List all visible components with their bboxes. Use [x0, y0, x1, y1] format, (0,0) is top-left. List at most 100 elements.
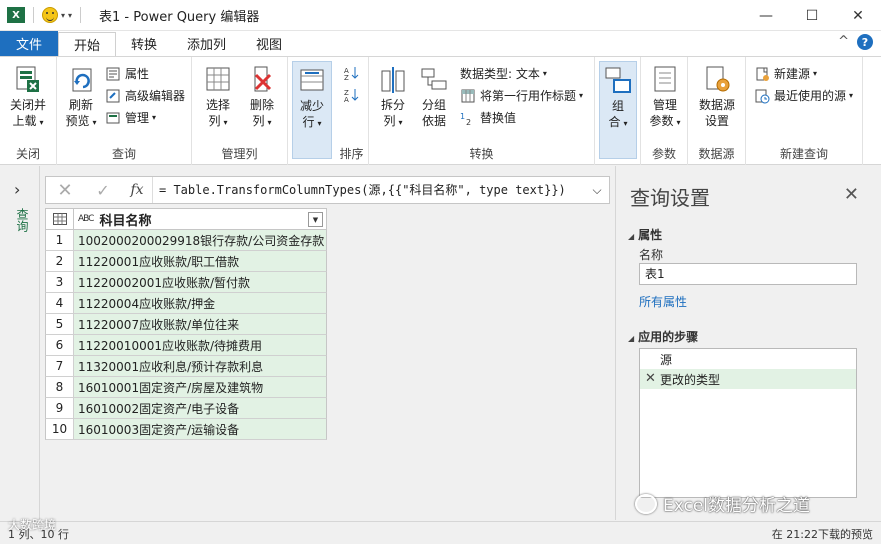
formula-input[interactable]: = Table.TransformColumnTypes(源,{{"科目名称",…: [152, 177, 585, 203]
group-by-button[interactable]: 分组 依据: [415, 63, 453, 129]
commit-formula-icon[interactable]: ✓: [84, 181, 122, 200]
collapse-ribbon-icon[interactable]: ^: [838, 34, 849, 50]
use-first-row-as-headers-button[interactable]: 将第一行用作标题 ▾: [460, 87, 583, 104]
close-window-button[interactable]: ✕: [835, 0, 881, 31]
tab-view[interactable]: 视图: [241, 31, 297, 56]
recent-sources-button[interactable]: 最近使用的源 ▾: [754, 87, 853, 104]
data-source-settings-button[interactable]: 数据源 设置: [694, 63, 740, 129]
sort-ascending-button[interactable]: AZ: [343, 65, 363, 81]
table-row[interactable]: 2 11220001应收账款/职工借款: [45, 251, 327, 272]
maximize-button[interactable]: ☐: [789, 0, 835, 31]
sort-descending-button[interactable]: ZA: [343, 87, 363, 103]
table-row[interactable]: 6 11220010001应收账款/待摊费用: [45, 335, 327, 356]
ribbon: 关闭并 上载 ▾ 关闭 刷新 预览 ▾ 属性 高级编辑器 管理 ▾ 查询 选择 列 ▾: [0, 56, 881, 165]
cell-subject-name[interactable]: 16010001固定资产/房屋及建筑物: [74, 377, 326, 397]
help-icon[interactable]: ?: [857, 34, 873, 50]
row-index[interactable]: 3: [46, 272, 74, 292]
table-row[interactable]: 5 11220007应收账款/单位往来: [45, 314, 327, 335]
chevron-right-icon[interactable]: ›: [14, 180, 20, 199]
cell-subject-name[interactable]: 11220007应收账款/单位往来: [74, 314, 326, 334]
group-label-new-query: 新建查询: [779, 147, 828, 161]
cell-subject-name[interactable]: 11220001应收账款/职工借款: [74, 251, 326, 271]
cell-subject-name[interactable]: 11220004应收账款/押金: [74, 293, 326, 313]
remove-columns-icon: [254, 66, 272, 92]
cell-subject-name[interactable]: 16010003固定资产/运输设备: [74, 419, 326, 439]
expand-formula-chevron-icon[interactable]: ⌵: [585, 183, 609, 198]
row-index[interactable]: 1: [46, 230, 74, 250]
query-name-input[interactable]: 表1: [639, 263, 857, 285]
cell-subject-name[interactable]: 16010002固定资产/电子设备: [74, 398, 326, 418]
manage-parameters-button[interactable]: 管理 参数 ▾: [644, 63, 686, 131]
formula-bar: ✕ ✓ fx = Table.TransformColumnTypes(源,{{…: [45, 176, 610, 204]
cancel-formula-icon[interactable]: ✕: [46, 180, 84, 201]
group-new-query: 新建源 ▾ 最近使用的源 ▾ 新建查询: [746, 57, 863, 165]
chevron-down-icon[interactable]: ▾: [61, 11, 65, 20]
split-label-2: 列 ▾: [383, 114, 403, 128]
close-and-load-button[interactable]: 关闭并 上载 ▾: [6, 63, 50, 131]
all-properties-link[interactable]: 所有属性: [639, 293, 687, 310]
properties-section-header[interactable]: ◢ 属性: [628, 226, 662, 243]
table-row[interactable]: 4 11220004应收账款/押金: [45, 293, 327, 314]
window-title: 表1 - Power Query 编辑器: [99, 9, 260, 25]
row-index[interactable]: 2: [46, 251, 74, 271]
reduce-rows-button[interactable]: 减少 行 ▾: [292, 61, 332, 159]
applied-step-changed-type[interactable]: ✕ 更改的类型: [640, 369, 856, 389]
manage-button[interactable]: 管理 ▾: [105, 109, 156, 126]
properties-icon: [106, 67, 120, 80]
smiley-feedback-icon[interactable]: [42, 7, 58, 23]
table-row[interactable]: 9 16010002固定资产/电子设备: [45, 398, 327, 419]
customize-quick-access-icon[interactable]: ▾: [68, 11, 72, 20]
minimize-button[interactable]: —: [743, 0, 789, 31]
quick-access-separator: [33, 7, 34, 23]
cell-subject-name[interactable]: 11220002001应收账款/暂付款: [74, 272, 326, 292]
applied-steps-section-header[interactable]: ◢ 应用的步骤: [628, 328, 698, 345]
data-type-dropdown[interactable]: 数据类型: 文本 ▾: [460, 65, 547, 82]
applied-step-source[interactable]: 源: [640, 349, 856, 369]
reduce-label-1: 减少: [299, 99, 324, 113]
grid-body: 1 1002000200029918银行存款/公司资金存款 2 11220001应收账…: [45, 230, 327, 440]
cell-subject-name[interactable]: 11220010001应收账款/待摊费用: [74, 335, 326, 355]
close-load-label-2: 上载 ▾: [12, 114, 44, 128]
split-column-button[interactable]: 拆分 列 ▾: [374, 63, 412, 131]
table-row[interactable]: 10 16010003固定资产/运输设备: [45, 419, 327, 440]
row-index[interactable]: 8: [46, 377, 74, 397]
text-type-icon[interactable]: ABC: [78, 214, 95, 224]
row-index[interactable]: 6: [46, 335, 74, 355]
new-source-button[interactable]: 新建源 ▾: [754, 65, 817, 82]
delete-step-icon[interactable]: ✕: [645, 371, 656, 386]
row-index[interactable]: 4: [46, 293, 74, 313]
close-settings-icon[interactable]: ✕: [844, 184, 859, 205]
column-filter-icon[interactable]: ▼: [308, 212, 323, 227]
tab-home[interactable]: 开始: [58, 32, 117, 56]
svg-text:1: 1: [460, 112, 465, 121]
refresh-preview-button[interactable]: 刷新 预览 ▾: [61, 63, 101, 131]
remove-columns-button[interactable]: 删除 列 ▾: [242, 63, 282, 131]
advanced-editor-button[interactable]: 高级编辑器: [105, 87, 185, 104]
column-header-subject-name[interactable]: ABC 科目名称 ▼: [74, 209, 326, 229]
row-index[interactable]: 10: [46, 419, 74, 439]
query-settings-pane: 查询设置 ✕ ◢ 属性 名称 表1 所有属性 ◢ 应用的步骤 源 ✕ 更改的类型: [615, 166, 881, 520]
table-row[interactable]: 8 16010001固定资产/房屋及建筑物: [45, 377, 327, 398]
table-row[interactable]: 7 11320001应收利息/预计存款利息: [45, 356, 327, 377]
tab-file[interactable]: 文件: [0, 31, 58, 56]
tab-transform[interactable]: 转换: [116, 31, 172, 56]
table-menu-icon[interactable]: [46, 209, 74, 229]
excel-logo-icon: X: [7, 7, 25, 23]
remove-label-1: 删除: [249, 98, 274, 112]
table-row[interactable]: 1 1002000200029918银行存款/公司资金存款: [45, 230, 327, 251]
combine-button[interactable]: 组 合 ▾: [599, 61, 637, 159]
cell-subject-name[interactable]: 1002000200029918银行存款/公司资金存款: [74, 230, 326, 250]
row-index[interactable]: 5: [46, 314, 74, 334]
fx-icon[interactable]: fx: [122, 182, 152, 198]
groupby-label-2: 依据: [421, 114, 446, 128]
row-index[interactable]: 7: [46, 356, 74, 376]
queries-pane-label[interactable]: 查询: [14, 208, 31, 232]
table-row[interactable]: 3 11220002001应收账款/暂付款: [45, 272, 327, 293]
cell-subject-name[interactable]: 11320001应收利息/预计存款利息: [74, 356, 326, 376]
properties-button[interactable]: 属性: [105, 65, 149, 82]
row-index[interactable]: 9: [46, 398, 74, 418]
tab-add-column[interactable]: 添加列: [172, 31, 241, 56]
replace-values-button[interactable]: 12 替换值: [460, 109, 516, 126]
combine-icon: [605, 67, 631, 93]
choose-columns-button[interactable]: 选择 列 ▾: [198, 63, 238, 131]
